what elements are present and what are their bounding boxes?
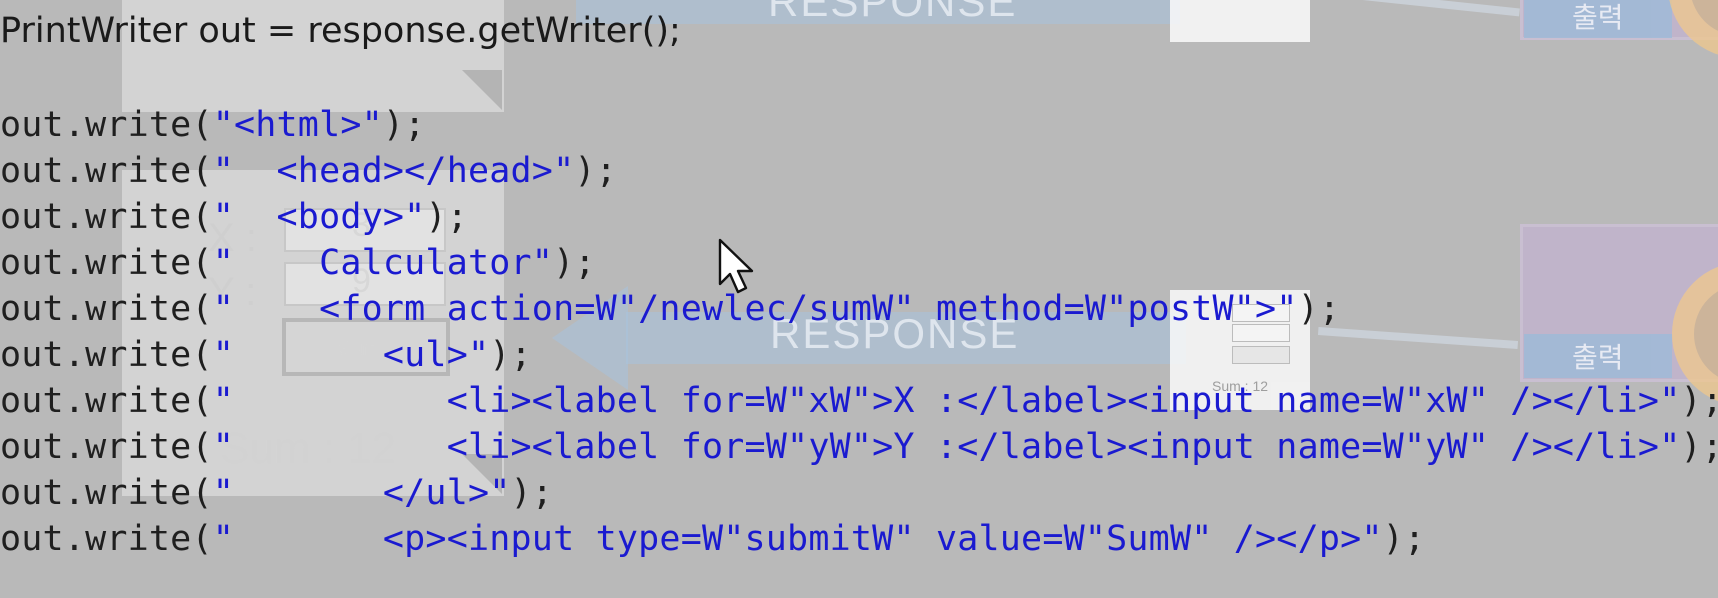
code-call: out.write( <box>0 381 213 421</box>
code-line: out.write(" Calculator"); <box>0 238 596 288</box>
code-line: out.write(" <li><label for=W"yW">Y :</la… <box>0 422 1718 472</box>
code-call: out.write( <box>0 289 213 329</box>
code-call: out.write( <box>0 427 213 467</box>
string-literal: " <body>" <box>212 197 426 237</box>
bg-connector-top <box>1320 0 1520 17</box>
string-literal: " <li><label for=W"yW">Y :</label><input… <box>212 427 1681 467</box>
code-terminator: ); <box>510 473 554 513</box>
code-call: out.write( <box>0 243 213 283</box>
code-terminator: ); <box>489 335 532 375</box>
code-line: out.write(" <p><input type=W"submitW" va… <box>0 514 1425 564</box>
code-line: out.write("<html>"); <box>0 100 425 150</box>
code-terminator: ); <box>553 243 596 283</box>
bg-mini-button <box>1232 346 1290 364</box>
bg-response-label-top: RESPONSE <box>768 0 1018 25</box>
code-call: out.write( <box>0 151 213 191</box>
code-call: out.write( <box>0 105 213 145</box>
code-terminator: ); <box>1680 427 1718 467</box>
code-call: out.write( <box>0 335 213 375</box>
code-terminator: ); <box>1297 289 1341 329</box>
bg-document-fold-top <box>462 70 502 110</box>
bg-result-card-top <box>1170 0 1310 42</box>
bg-output-label: 출력 <box>1524 334 1672 378</box>
string-literal: " <p><input type=W"submitW" value=W"SumW… <box>212 519 1383 559</box>
code-call: out.write( <box>0 519 213 559</box>
code-terminator: ); <box>382 105 426 145</box>
arrow-pointer-icon <box>718 238 754 294</box>
code-line: out.write(" </ul>"); <box>0 468 553 518</box>
code-terminator: ); <box>1382 519 1426 559</box>
string-literal: " </ul>" <box>212 473 511 513</box>
code-terminator: ); <box>1680 381 1718 421</box>
bg-connector <box>1317 327 1519 349</box>
string-literal: " Calculator" <box>212 243 554 283</box>
code-call: out.write( <box>0 197 213 237</box>
string-literal: " <head></head>" <box>212 151 575 191</box>
string-literal: " <li><label for=W"xW">X :</label><input… <box>212 381 1681 421</box>
screen: X : Y : 3 9 Sum Sum : 12 RESPONSE RESPON… <box>0 0 1718 598</box>
code-line: out.write(" <form action=W"/newlec/sumW"… <box>0 284 1340 334</box>
code-line: out.write(" <li><label for=W"xW">X :</la… <box>0 376 1718 426</box>
string-literal: " <ul>" <box>212 335 490 375</box>
code-terminator: ); <box>574 151 617 191</box>
code-line: out.write(" <ul>"); <box>0 330 532 380</box>
code-header-line: PrintWriter out = response.getWriter(); <box>0 11 681 51</box>
code-terminator: ); <box>425 197 468 237</box>
code-line: out.write(" <body>"); <box>0 192 468 242</box>
bg-output-label-top: 출력 <box>1524 0 1672 38</box>
string-literal: "<html>" <box>212 105 383 145</box>
code-call: out.write( <box>0 473 213 513</box>
code-line: out.write(" <head></head>"); <box>0 146 617 196</box>
